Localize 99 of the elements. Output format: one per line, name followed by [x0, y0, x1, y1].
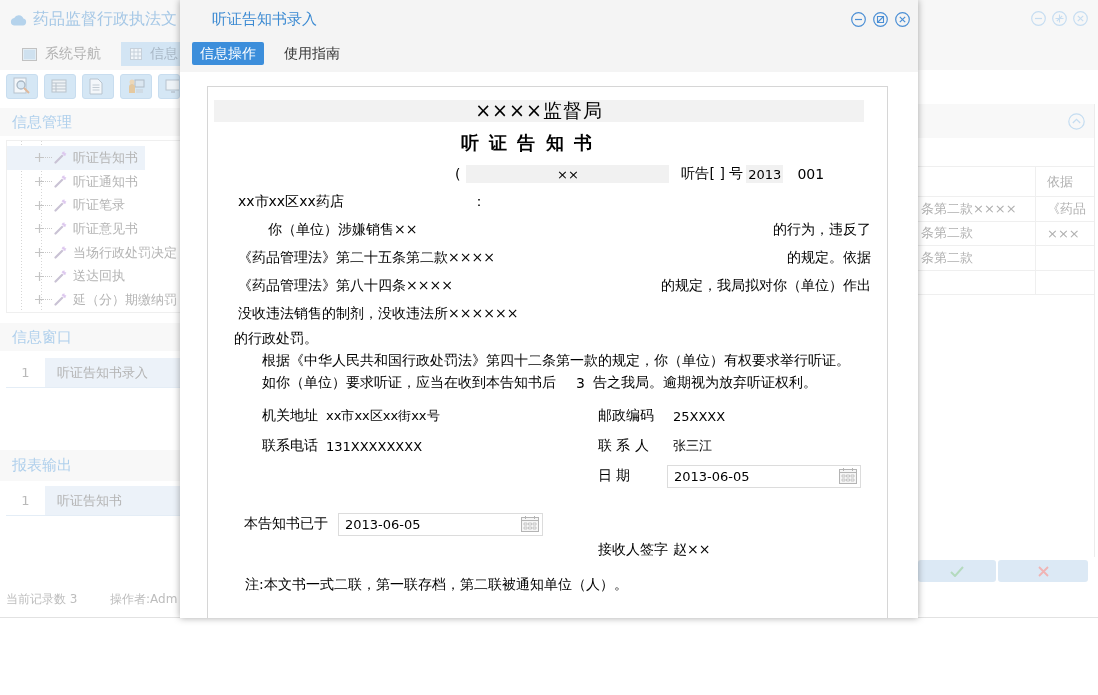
note-text: 注:本文书一式二联，第一联存档，第二联被通知单位（人）。 — [245, 576, 628, 594]
table-cell-text: 条第二款 — [920, 248, 974, 267]
user-computer-icon — [127, 77, 145, 95]
column-header: 依据 — [1035, 167, 1094, 196]
year-field[interactable]: 2013 — [746, 165, 784, 183]
toolbar-button[interactable] — [158, 73, 180, 99]
table-cell-text: 条第二款 — [920, 224, 974, 243]
addressee-text: xx市xx区xx药店 — [238, 193, 344, 211]
nav-tab[interactable]: 系统导航 — [22, 42, 101, 66]
document-icon — [89, 77, 103, 95]
field-value: 赵×× — [673, 541, 711, 559]
tree-item[interactable]: 送达回执 — [7, 264, 125, 289]
field-value: 张三江 — [673, 437, 712, 455]
clause-text: 的规定，我局拟对你（单位）作出 — [661, 277, 871, 295]
clause-text: 的行为，违反了 — [773, 221, 871, 239]
agency-heading: ××××监督局 — [214, 100, 864, 122]
clause-text: 没收违法销售的制剂，没收违法所×××××× — [238, 305, 519, 323]
wand-icon — [54, 269, 67, 283]
check-icon — [950, 565, 964, 577]
panel-header: 报表输出 — [0, 450, 180, 481]
expand-icon[interactable] — [35, 153, 44, 163]
monitor-icon — [165, 78, 179, 94]
expand-icon[interactable] — [35, 177, 44, 187]
collapse-icon[interactable] — [1068, 112, 1085, 130]
tree-item[interactable]: 听证笔录 — [7, 193, 125, 218]
parenthesis-text: ( — [455, 166, 461, 182]
case-number-label: 听告[ ] 号 — [681, 165, 744, 183]
tree-item[interactable]: 延（分）期缴纳罚 — [7, 288, 177, 312]
clause-text: 《药品管理法》第八十四条×××× — [238, 277, 453, 295]
field-value: 131XXXXXXXX — [326, 438, 423, 454]
record-count: 当前记录数 3 — [6, 590, 78, 608]
wand-icon — [54, 198, 67, 212]
window-icon — [22, 47, 37, 61]
wand-icon — [54, 151, 67, 165]
serial-number: 001 — [797, 166, 825, 182]
clause-text: 你（单位）涉嫌销售×× — [268, 221, 418, 239]
field-label: 联系电话 — [262, 437, 319, 455]
expand-icon[interactable] — [35, 224, 44, 234]
paragraph-text: 根据《中华人民共和国行政处罚法》第四十二条第一款的规定，你（单位）有权要求举行听证。 — [262, 352, 850, 370]
expand-icon[interactable] — [35, 295, 44, 305]
clause-text: 的规定。依据 — [787, 249, 871, 267]
panel-header: 信息管理 — [0, 108, 180, 136]
expand-icon[interactable] — [35, 248, 44, 258]
colon-text: ： — [472, 193, 486, 211]
document-title: 听 证 告 知 书 — [461, 132, 594, 155]
app-title: 药品监督行政执法文 — [33, 8, 177, 30]
cancel-button[interactable] — [998, 560, 1088, 582]
paragraph-text: 告之我局。逾期视为放弃听证权利。 — [592, 374, 817, 392]
field-value: xx市xx区xx街xx号 — [326, 407, 440, 425]
wand-icon — [54, 293, 67, 307]
dialog-title: 听证告知书录入 — [212, 9, 317, 29]
close-icon[interactable] — [895, 11, 910, 27]
field-label: 联 系 人 — [598, 437, 650, 455]
operator-label: 操作者:Adm — [110, 590, 178, 608]
panel-header: 信息窗口 — [0, 323, 180, 351]
tab[interactable]: 信息操作 — [192, 42, 264, 65]
toolbar-button[interactable] — [44, 73, 76, 99]
clause-text: 的行政处罚。 — [234, 330, 318, 348]
wand-icon — [54, 175, 67, 189]
cross-icon — [1037, 565, 1049, 577]
tree-item[interactable]: 当场行政处罚决定 — [7, 240, 177, 265]
grid-icon — [130, 48, 142, 60]
agency-code-field[interactable]: ×× — [466, 165, 670, 183]
field-value: 25XXXX — [673, 408, 726, 424]
table-cell: 《药品 — [1035, 197, 1094, 221]
wand-icon — [54, 246, 67, 260]
table-cell-text: 条第二款×××× — [920, 199, 1018, 218]
date-field[interactable]: 2013-06-05 — [667, 464, 861, 488]
confirm-button[interactable] — [918, 560, 996, 582]
toolbar-button[interactable] — [6, 73, 38, 99]
search-document-icon — [13, 77, 31, 95]
days-value: 3 — [576, 375, 585, 391]
toolbar-button[interactable] — [82, 73, 114, 99]
field-label: 本告知书已于 — [244, 515, 328, 533]
tree-item[interactable]: 听证通知书 — [7, 169, 138, 194]
date-field[interactable]: 2013-06-05 — [338, 512, 543, 536]
toolbar-button[interactable] — [120, 73, 152, 99]
clause-text: 《药品管理法》第二十五条第二款×××× — [238, 249, 495, 267]
minimize-icon[interactable] — [851, 11, 866, 27]
field-label: 日 期 — [598, 467, 632, 485]
table-cell: ××× — [1035, 221, 1094, 245]
list-item[interactable]: 听证告知书录入 — [45, 358, 180, 387]
cloud-icon — [10, 12, 27, 26]
restore-icon[interactable] — [873, 11, 888, 27]
expand-icon[interactable] — [35, 271, 44, 281]
calendar-icon[interactable] — [839, 468, 857, 484]
table-icon — [51, 78, 67, 94]
tree-item[interactable]: 听证告知书 — [7, 146, 145, 170]
tree-item[interactable]: 听证意见书 — [7, 217, 138, 241]
paragraph-text: 如你（单位）要求听证，应当在收到本告知书后 — [262, 374, 556, 392]
calendar-icon[interactable] — [521, 516, 539, 532]
list-item[interactable]: 听证告知书 — [45, 486, 180, 515]
tab[interactable]: 使用指南 — [276, 42, 348, 65]
field-label: 机关地址 — [262, 407, 319, 425]
field-label: 邮政编码 — [598, 407, 655, 425]
field-label: 接收人签字 — [598, 541, 668, 559]
wand-icon — [54, 222, 67, 236]
expand-icon[interactable] — [35, 200, 44, 210]
maximize-icon[interactable] — [1052, 11, 1067, 26]
